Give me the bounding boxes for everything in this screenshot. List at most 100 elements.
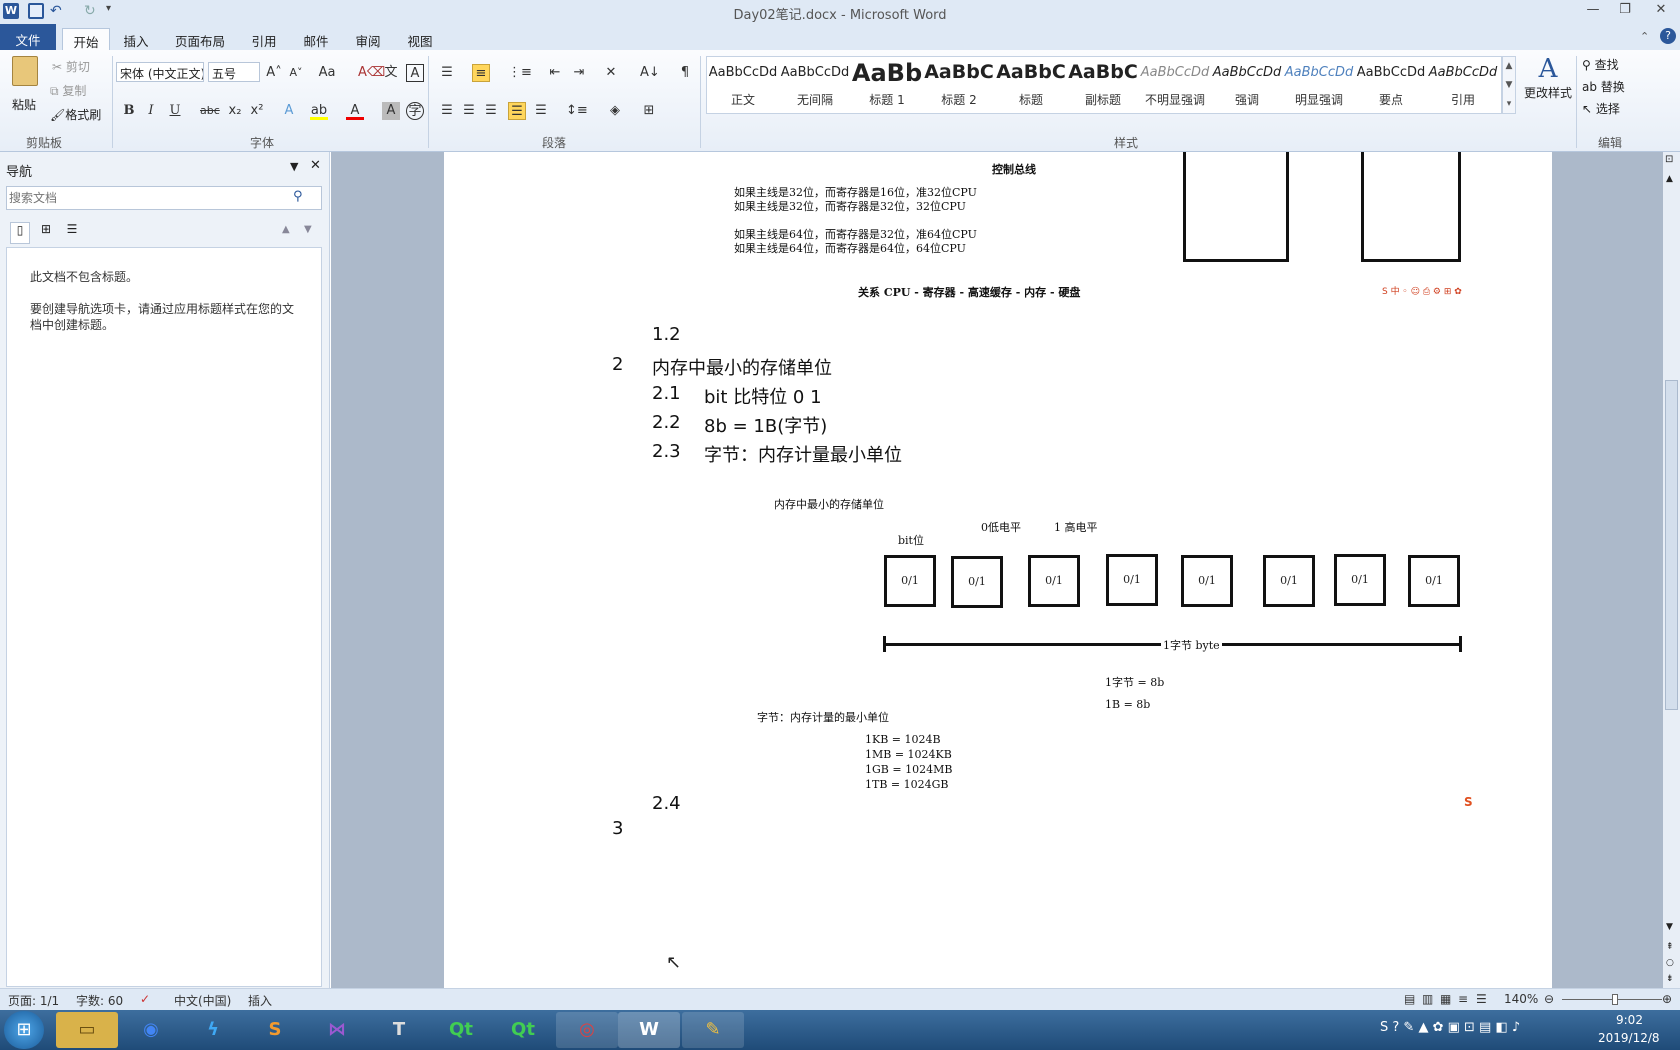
minimize-button[interactable]: — <box>1580 2 1606 20</box>
style-subtle-emphasis[interactable]: AaBbCcDd 不明显强调 <box>1139 57 1211 113</box>
explorer-icon[interactable]: ▭ <box>56 1012 118 1048</box>
tab-references[interactable]: 引用 <box>244 28 284 50</box>
zoom-in-icon[interactable]: ⊕ <box>1662 992 1672 1006</box>
qt-creator-icon[interactable]: Qt <box>430 1012 492 1048</box>
multilevel-list-icon[interactable]: ⋮≡ <box>508 64 532 82</box>
style-quote[interactable]: AaBbCcDd 引用 <box>1427 57 1499 113</box>
font-size-select[interactable]: 五号 <box>208 62 260 82</box>
tab-home[interactable]: 开始 <box>62 28 110 50</box>
distributed-icon[interactable]: ☰ <box>532 102 550 120</box>
typora-icon[interactable]: T <box>368 1012 430 1048</box>
style-heading-2[interactable]: AaBbC 标题 2 <box>923 57 995 113</box>
restore-button[interactable]: ❐ <box>1612 2 1638 20</box>
tab-mailings[interactable]: 邮件 <box>296 28 336 50</box>
sublime-icon[interactable]: S <box>244 1012 306 1048</box>
font-name-select[interactable]: 宋体 (中文正文) <box>116 62 204 82</box>
vertical-scrollbar[interactable]: ⊡ ▲ ▼ ⇞ ○ ⇟ <box>1663 152 1680 988</box>
line-spacing-icon[interactable]: ↕≡ <box>566 102 588 120</box>
qt-designer-icon[interactable]: Qt <box>492 1012 554 1048</box>
scroll-down-icon[interactable]: ▼ <box>1666 922 1673 932</box>
browse-object-icon[interactable]: ○ <box>1666 958 1674 968</box>
phonetic-guide-icon[interactable]: 文 <box>382 64 400 82</box>
decrease-indent-icon[interactable]: ⇤ <box>546 64 564 82</box>
proofing-icon[interactable]: ✓ <box>140 992 150 1006</box>
paint-icon[interactable]: ✎ <box>682 1012 744 1048</box>
system-tray-icons[interactable]: S ? ✎ ▲ ✿ ▣ ⊡ ▤ ◧ ♪ <box>1380 1020 1520 1035</box>
style-title[interactable]: AaBbC 标题 <box>995 57 1067 113</box>
italic-icon[interactable]: I <box>142 102 160 120</box>
prev-page-icon[interactable]: ⇞ <box>1666 942 1674 952</box>
bold-icon[interactable]: B <box>120 102 138 120</box>
cut-button[interactable]: ✂ 剪切 <box>52 58 90 75</box>
nav-search-input[interactable] <box>9 189 279 207</box>
strikethrough-icon[interactable]: abc <box>200 102 220 120</box>
tab-file[interactable]: 文件 <box>0 24 56 50</box>
app-icon[interactable]: ◎ <box>556 1012 618 1048</box>
full-screen-icon[interactable]: ▥ <box>1422 992 1433 1006</box>
outline-view-icon[interactable]: ≡ <box>1458 992 1468 1006</box>
language[interactable]: 中文(中国) <box>174 992 231 1009</box>
tab-insert[interactable]: 插入 <box>116 28 156 50</box>
word-icon[interactable]: W <box>618 1012 680 1048</box>
underline-icon[interactable]: U <box>166 102 184 120</box>
font-color-icon[interactable]: A <box>346 102 364 120</box>
gallery-scroll-icon[interactable]: ▲ ▼ ▾ <box>1502 56 1516 114</box>
bullets-icon[interactable]: ☰ <box>438 64 456 82</box>
shading-icon[interactable]: ◈ <box>606 102 624 120</box>
browse-headings-tab[interactable]: ▯ <box>10 222 30 244</box>
visual-studio-icon[interactable]: ⋈ <box>306 1012 368 1048</box>
nav-previous-icon[interactable]: ▲ <box>282 224 290 235</box>
page-count[interactable]: 页面: 1/1 <box>8 992 59 1009</box>
paste-button[interactable]: 粘贴 <box>8 54 44 124</box>
word-count[interactable]: 字数: 60 <box>76 992 123 1009</box>
help-icon[interactable]: ? <box>1660 28 1676 44</box>
shrink-font-icon[interactable]: A˅ <box>287 64 305 82</box>
style-strong[interactable]: AaBbCcDd 要点 <box>1355 57 1427 113</box>
tab-page-layout[interactable]: 页面布局 <box>168 28 232 50</box>
insert-mode[interactable]: 插入 <box>248 992 272 1009</box>
close-button[interactable]: ✕ <box>1648 2 1674 20</box>
browse-pages-tab[interactable]: ⊞ <box>36 222 56 244</box>
align-left-icon[interactable]: ☰ <box>438 102 456 120</box>
draft-view-icon[interactable]: ☰ <box>1476 992 1487 1006</box>
align-right-icon[interactable]: ☰ <box>482 102 500 120</box>
zoom-out-icon[interactable]: ⊖ <box>1544 992 1554 1006</box>
change-styles-button[interactable]: A 更改样式 <box>1518 54 1578 124</box>
browse-results-tab[interactable]: ☰ <box>62 222 82 244</box>
document-page[interactable]: 控制总线 如果主线是32位，而寄存器是16位，准32位CPU 如果主线是32位，… <box>444 152 1552 988</box>
numbering-icon[interactable]: ≡ <box>472 64 490 82</box>
scroll-thumb[interactable] <box>1665 380 1678 710</box>
format-painter-button[interactable]: 🖌格式刷 <box>50 106 101 123</box>
subscript-icon[interactable]: x₂ <box>226 102 244 120</box>
start-button[interactable]: ⊞ <box>4 1011 44 1049</box>
clock-time[interactable]: 9:02 <box>1616 1013 1643 1027</box>
minimize-ribbon-icon[interactable]: ⌃ <box>1640 30 1649 43</box>
align-center-icon[interactable]: ☰ <box>460 102 478 120</box>
nav-search-box[interactable]: ⚲ <box>6 186 322 210</box>
thunder-icon[interactable]: ϟ <box>182 1012 244 1048</box>
style-no-spacing[interactable]: AaBbCcDd 无间隔 <box>779 57 851 113</box>
zoom-slider-thumb[interactable] <box>1612 994 1618 1005</box>
highlight-icon[interactable]: ab <box>310 102 328 120</box>
grow-font-icon[interactable]: A˄ <box>265 64 283 82</box>
tab-view[interactable]: 视图 <box>400 28 440 50</box>
print-layout-icon[interactable]: ▤ <box>1404 992 1415 1006</box>
sort-icon[interactable]: A↓ <box>640 64 660 82</box>
replace-button[interactable]: ab 替换 <box>1582 78 1625 95</box>
chrome-icon[interactable]: ◉ <box>120 1012 182 1048</box>
enclose-char-icon[interactable]: 字 <box>406 102 424 120</box>
change-case-icon[interactable]: Aa <box>318 64 336 82</box>
web-layout-icon[interactable]: ▦ <box>1440 992 1451 1006</box>
nav-next-icon[interactable]: ▼ <box>304 224 312 235</box>
text-effects-icon[interactable]: A <box>280 102 298 120</box>
search-icon[interactable]: ⚲ <box>293 189 303 204</box>
style-heading-1[interactable]: AaBb 标题 1 <box>851 57 923 113</box>
style-normal[interactable]: AaBbCcDd 正文 <box>707 57 779 113</box>
chinese-layout-icon[interactable]: ✕ <box>602 64 620 82</box>
style-intense-emphasis[interactable]: AaBbCcDd 明显强调 <box>1283 57 1355 113</box>
increase-indent-icon[interactable]: ⇥ <box>570 64 588 82</box>
next-page-icon[interactable]: ⇟ <box>1666 974 1674 984</box>
tab-review[interactable]: 审阅 <box>348 28 388 50</box>
ruler-toggle-icon[interactable]: ⊡ <box>1665 154 1673 165</box>
clock-date[interactable]: 2019/12/8 <box>1598 1031 1660 1045</box>
